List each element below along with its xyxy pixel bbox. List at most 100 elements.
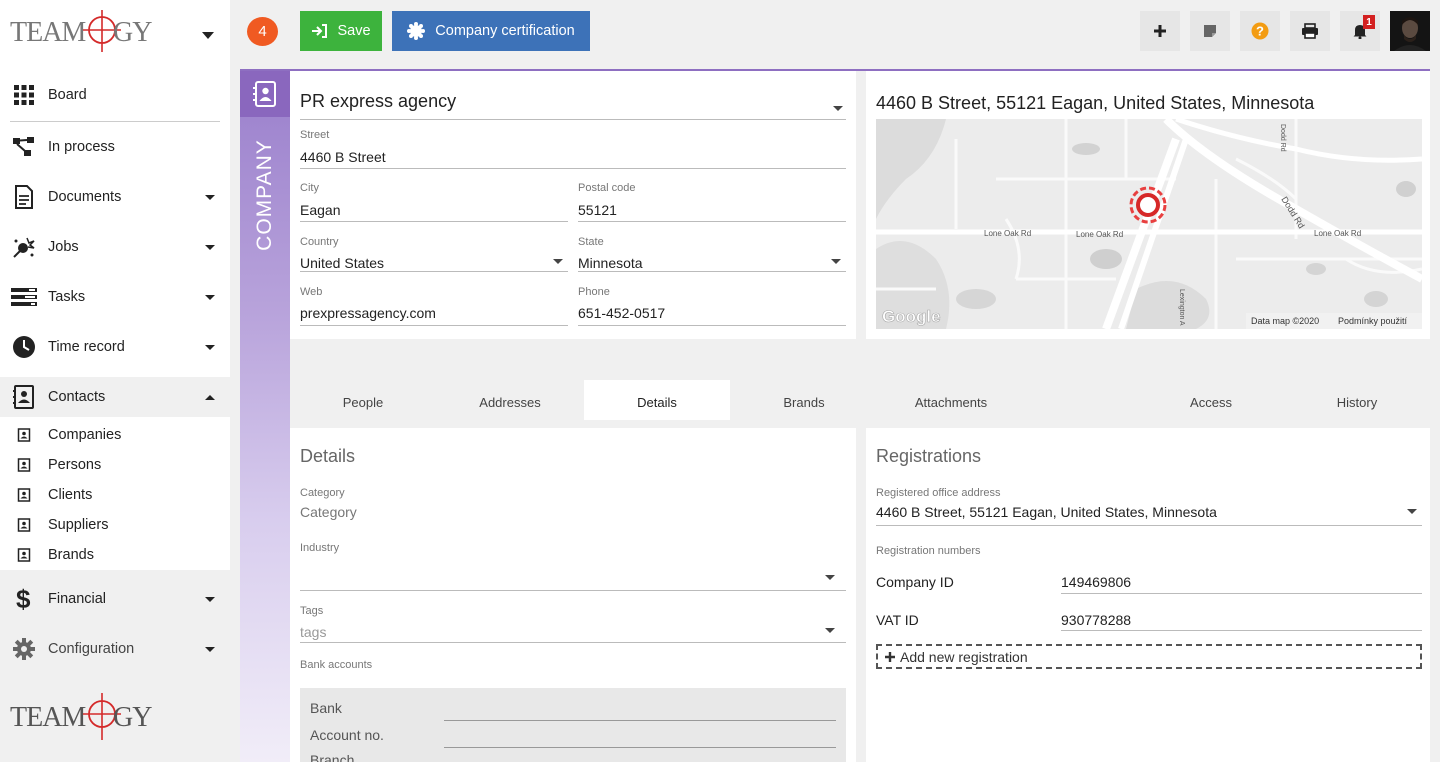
postal-code-value[interactable]: 55121 (578, 202, 617, 218)
vat-id-value[interactable]: 930778288 (1061, 612, 1131, 628)
logo-menu-caret-icon[interactable] (202, 32, 214, 39)
account-number-input[interactable] (444, 747, 836, 748)
sidebar-subitem-label: Clients (48, 487, 93, 503)
category-value[interactable]: Category (300, 504, 357, 520)
sidebar-divider (10, 121, 220, 122)
country-value: United States (300, 255, 385, 271)
postal-code-label: Postal code (578, 182, 636, 194)
sidebar-item-in-process[interactable]: In process (0, 127, 230, 167)
sidebar-subitem-brands[interactable]: Brands (0, 540, 230, 570)
tags-label: Tags (300, 605, 324, 617)
industry-select[interactable]: Industry (300, 542, 846, 592)
category-label: Category (300, 487, 345, 499)
add-new-registration-button[interactable]: Add new registration (876, 644, 1422, 669)
svg-text:GY: GY (113, 17, 152, 48)
chevron-up-icon (205, 394, 215, 400)
sidebar-item-configuration[interactable]: Configuration (0, 629, 230, 669)
clock-icon (11, 334, 37, 360)
street-value[interactable]: 4460 B Street (300, 149, 386, 165)
sidebar-item-board[interactable]: Board (0, 75, 230, 115)
sidebar-subitem-label: Brands (48, 547, 94, 563)
company-id-value[interactable]: 149469806 (1061, 574, 1131, 590)
phone-label: Phone (578, 286, 610, 298)
map-terms-link[interactable]: Podmínky použití (1338, 316, 1408, 326)
chevron-down-icon (825, 575, 835, 580)
sidebar-subitem-clients[interactable]: Clients (0, 480, 230, 510)
tab-people[interactable]: People (290, 380, 436, 420)
flow-icon (11, 134, 37, 160)
sidebar-subitem-persons[interactable]: Persons (0, 450, 230, 480)
chevron-down-icon (205, 244, 215, 250)
map-label-lone-oak-3: Lone Oak Rd (1314, 229, 1361, 238)
company-form: PR express agency Street 4460 B Street C… (290, 71, 856, 339)
branch-label: Branch (310, 752, 355, 762)
tab-attachments[interactable]: Attachments (878, 380, 1024, 420)
sidebar-item-documents[interactable]: Documents (0, 177, 230, 217)
company-name-select[interactable]: PR express agency (300, 91, 456, 112)
street-label: Street (300, 129, 330, 141)
web-field[interactable]: Web prexpressagency.com (300, 286, 568, 326)
document-icon (11, 184, 37, 210)
tab-access[interactable]: Access (1138, 380, 1284, 420)
company-id-field[interactable]: 149469806 (1061, 574, 1422, 594)
tags-placeholder[interactable]: tags (300, 624, 326, 640)
postal-code-field[interactable]: Postal code 55121 (578, 182, 846, 222)
sidebar-item-label: Financial (48, 591, 107, 607)
chevron-down-icon (1407, 509, 1417, 514)
phone-field[interactable]: Phone 651-452-0517 (578, 286, 846, 326)
country-select[interactable]: Country United States (300, 236, 568, 276)
chevron-down-icon[interactable] (833, 106, 843, 111)
web-value[interactable]: prexpressagency.com (300, 305, 436, 321)
contact-card-icon (17, 548, 31, 562)
city-field[interactable]: City Eagan (300, 182, 568, 222)
tab-bar: People Addresses Details Brands Attachme… (290, 380, 1430, 420)
print-button[interactable] (1290, 11, 1330, 51)
registered-office-select[interactable]: Registered office address 4460 B Street,… (876, 487, 1422, 527)
phone-value[interactable]: 651-452-0517 (578, 305, 665, 321)
map-pin-icon[interactable] (1129, 186, 1167, 224)
tab-history[interactable]: History (1284, 380, 1430, 420)
app-logo[interactable]: TEAM GY (10, 8, 160, 54)
location-map[interactable]: Lone Oak Rd Lone Oak Rd Lone Oak Rd Dodd… (876, 119, 1422, 329)
save-button[interactable]: Save (300, 11, 382, 51)
bank-accounts-label: Bank accounts (300, 659, 373, 671)
bank-account-form: Bank Account no. Branch (300, 688, 846, 762)
tags-select[interactable]: Tags tags (300, 605, 846, 645)
sidebar-item-jobs[interactable]: Jobs (0, 227, 230, 267)
pending-count-badge[interactable]: 4 (247, 17, 278, 46)
tab-addresses[interactable]: Addresses (436, 380, 584, 420)
category-field[interactable]: Category Category (300, 487, 846, 523)
avatar[interactable] (1390, 11, 1430, 51)
sidebar-item-label: Configuration (48, 641, 135, 657)
add-button[interactable] (1140, 11, 1180, 51)
chevron-down-icon (205, 294, 215, 300)
tab-brands[interactable]: Brands (730, 380, 878, 420)
tab-details[interactable]: Details (584, 380, 730, 420)
vat-id-field[interactable]: 930778288 (1061, 612, 1422, 632)
details-title: Details (300, 446, 356, 466)
street-field[interactable]: Street 4460 B Street (300, 129, 846, 169)
map-data-attribution: Data map ©2020 (1251, 316, 1319, 326)
svg-text:$: $ (16, 586, 31, 612)
sidebar-subitem-companies[interactable]: Companies (0, 420, 230, 450)
bank-input[interactable] (444, 720, 836, 721)
sidebar-item-tasks[interactable]: Tasks (0, 277, 230, 317)
state-select[interactable]: State Minnesota (578, 236, 846, 276)
contact-card-icon (17, 428, 31, 442)
help-button[interactable]: ? (1240, 11, 1280, 51)
sidebar-item-contacts[interactable]: Contacts (0, 377, 230, 417)
map-label-lexington: Lexington A (1178, 289, 1185, 326)
chevron-down-icon (825, 628, 835, 633)
sidebar-subitem-suppliers[interactable]: Suppliers (0, 510, 230, 540)
footer-logo: TEAM GY (10, 690, 160, 742)
company-certification-button[interactable]: Company certification (392, 11, 590, 51)
sidebar: TEAM GY Board In process Documents Jobs … (0, 0, 230, 762)
sidebar-item-time-record[interactable]: Time record (0, 327, 230, 367)
sidebar-item-financial[interactable]: $ Financial (0, 579, 230, 619)
map-label-lone-oak-1: Lone Oak Rd (984, 229, 1031, 238)
sticky-note-button[interactable] (1190, 11, 1230, 51)
sidebar-subitem-label: Companies (48, 427, 122, 443)
chevron-down-icon (553, 259, 563, 264)
state-value: Minnesota (578, 255, 643, 271)
city-value[interactable]: Eagan (300, 202, 340, 218)
